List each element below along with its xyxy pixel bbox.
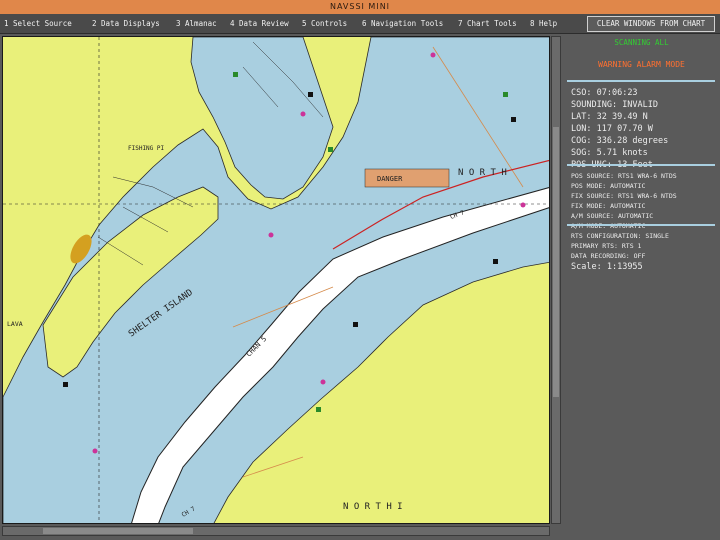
lava-label: LAVA [7, 320, 23, 328]
menu-almanac[interactable]: 3 Almanac [176, 17, 217, 31]
data-recording-row: DATA RECORDING: OFF [571, 252, 646, 260]
beacon-marker [353, 322, 358, 327]
buoy-marker [268, 232, 274, 238]
sounding-readout: SOUNDING: INVALID [571, 100, 659, 110]
nautical-chart[interactable]: DANGER FISHING PI SHELTER ISLAND N O R T… [2, 36, 550, 524]
buoy-marker [300, 111, 306, 117]
primary-rts-row: PRIMARY RTS: RTS 1 [571, 242, 642, 250]
beacon-marker [63, 382, 68, 387]
scrollbar-thumb[interactable] [553, 127, 559, 397]
beacon-marker [493, 259, 498, 264]
clear-windows-button[interactable]: CLEAR WINDOWS FROM CHART [587, 16, 715, 32]
menu-bar: 1 Select Source 2 Data Displays 3 Almana… [0, 14, 720, 34]
chart-horizontal-scrollbar[interactable] [2, 526, 550, 536]
divider [567, 80, 715, 82]
divider [567, 164, 715, 166]
chart-canvas[interactable]: DANGER FISHING PI SHELTER ISLAND N O R T… [3, 37, 550, 524]
sog-readout: SOG: 5.71 knots [571, 148, 648, 158]
menu-navigation-tools[interactable]: 6 Navigation Tools [362, 17, 443, 31]
buoy-marker [430, 52, 436, 58]
cog-readout: COG: 336.28 degrees [571, 136, 669, 146]
source-status: SCANNING ALL [614, 38, 669, 47]
cso-readout: CSO: 07:06:23 [571, 88, 638, 98]
beacon-marker [328, 147, 333, 152]
beacon-marker [233, 72, 238, 77]
divider [567, 224, 715, 226]
menu-controls[interactable]: 5 Controls [302, 17, 347, 31]
buoy-marker [520, 202, 526, 208]
menu-data-review[interactable]: 4 Data Review [230, 17, 289, 31]
mode-row: FIX SOURCE: RTS1 WRA-6 NTDS [571, 192, 677, 200]
menu-data-displays[interactable]: 2 Data Displays [92, 17, 160, 31]
lon-readout: LON: 117 07.70 W [571, 124, 653, 134]
rts-config-row: RTS CONFIGURATION: SINGLE [571, 232, 669, 240]
beacon-marker [503, 92, 508, 97]
buoy-marker [92, 448, 98, 454]
mode-row: POS MODE: AUTOMATIC [571, 182, 646, 190]
alarm-status: WARNING ALARM MODE [598, 60, 685, 69]
fishing-pier-label: FISHING PI [128, 145, 165, 152]
beacon-marker [511, 117, 516, 122]
chart-scale-readout: Scale: 1:13955 [571, 262, 643, 272]
scrollbar-thumb[interactable] [43, 528, 193, 534]
menu-help[interactable]: 8 Help [530, 17, 557, 31]
buoy-marker [320, 379, 326, 385]
menu-select-source[interactable]: 1 Select Source [4, 17, 72, 31]
beacon-marker [308, 92, 313, 97]
danger-label: DANGER [377, 175, 403, 183]
status-panel: SCANNING ALL WARNING ALARM MODE CSO: 07:… [563, 36, 720, 536]
mode-row: A/M SOURCE: AUTOMATIC [571, 212, 654, 220]
mode-row: POS SOURCE: RTS1 WRA-6 NTDS [571, 172, 677, 180]
window-title: NAVSSI MINI [0, 0, 720, 14]
mode-row: FIX MODE: AUTOMATIC [571, 202, 646, 210]
north-label-top: N O R T H [458, 168, 507, 178]
chart-vertical-scrollbar[interactable] [551, 36, 561, 524]
menu-chart-tools[interactable]: 7 Chart Tools [458, 17, 517, 31]
north-label-bottom: N O R T H I [343, 502, 403, 512]
lat-readout: LAT: 32 39.49 N [571, 112, 648, 122]
beacon-marker [316, 407, 321, 412]
